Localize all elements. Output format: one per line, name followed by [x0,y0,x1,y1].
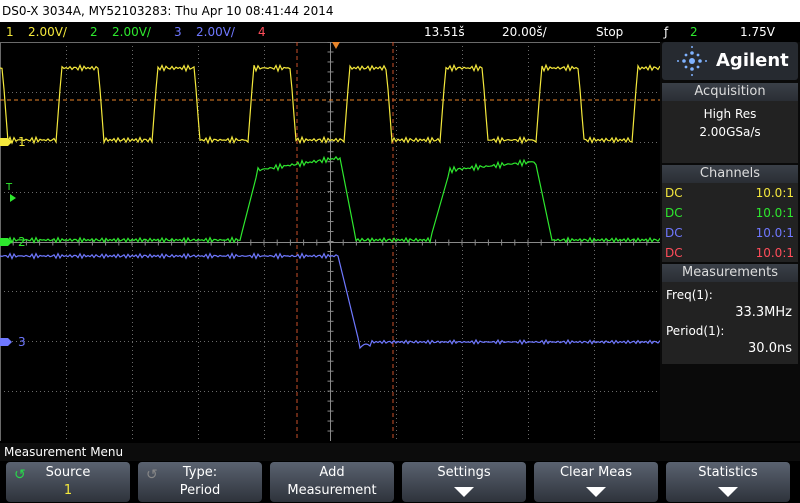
channel-1-row: DC 10.0:1 [662,183,798,203]
trigger-position-marker [332,42,340,49]
channels-header: Channels [662,165,798,183]
trigger-level-marker[interactable]: T [5,182,16,202]
ch2-scale[interactable]: 2.00V/ [112,22,151,42]
ch1-coupling: DC [665,186,683,200]
ch1-scale[interactable]: 2.00V/ [28,22,67,42]
ch4-coupling: DC [665,246,683,260]
time-scale[interactable]: 20.00š/ [502,22,547,42]
softkey-source[interactable]: ↺ Source 1 [6,462,130,502]
status-bar: 1 2.00V/ 2 2.00V/ 3 2.00V/ 4 13.51š 20.0… [0,22,800,42]
channel-3-row: DC 10.0:1 [662,223,798,243]
measurement-1-value: 33.3MHz [735,305,792,320]
ch2-marker-label: 2 [18,235,26,249]
channels-panel[interactable]: Channels DC 10.0:1 DC 10.0:1 DC 10.0:1 D… [662,165,798,262]
softkey-settings-label: Settings [437,465,491,480]
softkey-type-value: Period [179,483,221,498]
run-state[interactable]: Stop [596,22,623,42]
ch3-probe: 10.0:1 [755,226,794,240]
menu-title: Measurement Menu [0,443,800,461]
side-panel: Agilent Acquisition High Res 2.00GSa/s C… [660,42,800,441]
ch1-number[interactable]: 1 [6,22,14,42]
trigger-slope-icon: ƒ [664,25,669,39]
ch4-probe: 10.0:1 [755,246,794,260]
channel-2-row: DC 10.0:1 [662,203,798,223]
ch2-coupling: DC [665,206,683,220]
measurement-2-label: Period(1): [666,324,725,338]
waveform-display[interactable]: 1 2 3 T [0,42,660,441]
softkey-source-value: 1 [63,483,73,498]
softkey-source-label: Source [45,465,91,480]
brand-name: Agilent [716,50,789,71]
ch1-marker-label: 1 [18,135,26,149]
submenu-arrow-icon [586,487,606,497]
softkey-statistics-label: Statistics [698,465,758,480]
softkey-add-label-2: Measurement [287,483,377,498]
ch3-marker-label: 3 [18,335,26,349]
acquisition-panel[interactable]: Acquisition High Res 2.00GSa/s [662,83,798,163]
ch3-coupling: DC [665,226,683,240]
trigger-channel[interactable]: 2 [690,22,698,42]
softkey-clear-meas[interactable]: Clear Meas [534,462,658,502]
sample-rate: 2.00GSa/s [699,125,761,139]
measurement-1-label: Freq(1): [666,288,713,302]
submenu-arrow-icon [454,487,474,497]
scope-graticule: 1 2 3 T [0,42,660,441]
acquisition-mode: High Res [703,107,757,121]
trigger-level[interactable]: 1.75V [740,22,775,42]
brand-logo: Agilent [662,42,798,80]
ch4-number[interactable]: 4 [258,22,266,42]
submenu-arrow-icon [718,487,738,497]
acquisition-header: Acquisition [662,83,798,101]
softkey-clear-label: Clear Meas [559,465,633,480]
ch3-number[interactable]: 3 [174,22,182,42]
measurements-panel[interactable]: Measurements Freq(1): 33.3MHz Period(1):… [662,264,798,364]
softkey-settings[interactable]: Settings [402,462,526,502]
ch2-probe: 10.0:1 [755,206,794,220]
softkey-add-label: Add [319,465,345,480]
softkey-type[interactable]: ↺ Type: Period [138,462,262,502]
channel-4-row: DC 10.0:1 [662,243,798,263]
ch2-number[interactable]: 2 [90,22,98,42]
measurement-2-value: 30.0ns [748,341,792,356]
softkey-bar: ↺ Source 1 ↺ Type: Period Add Measuremen… [0,461,800,503]
ch1-probe: 10.0:1 [755,186,794,200]
window-title: DS0-X 3034A, MY52103283: Thu Apr 10 08:4… [0,0,800,22]
ch3-scale[interactable]: 2.00V/ [196,22,235,42]
time-position[interactable]: 13.51š [424,22,465,42]
trigger-marker-label: T [5,182,13,193]
measurements-header: Measurements [662,264,798,282]
graticule-grid [0,42,660,441]
softkey-type-label: Type: [182,465,218,480]
softkey-add-measurement[interactable]: Add Measurement [270,462,394,502]
softkey-statistics[interactable]: Statistics [666,462,790,502]
agilent-spark-icon [677,46,707,76]
